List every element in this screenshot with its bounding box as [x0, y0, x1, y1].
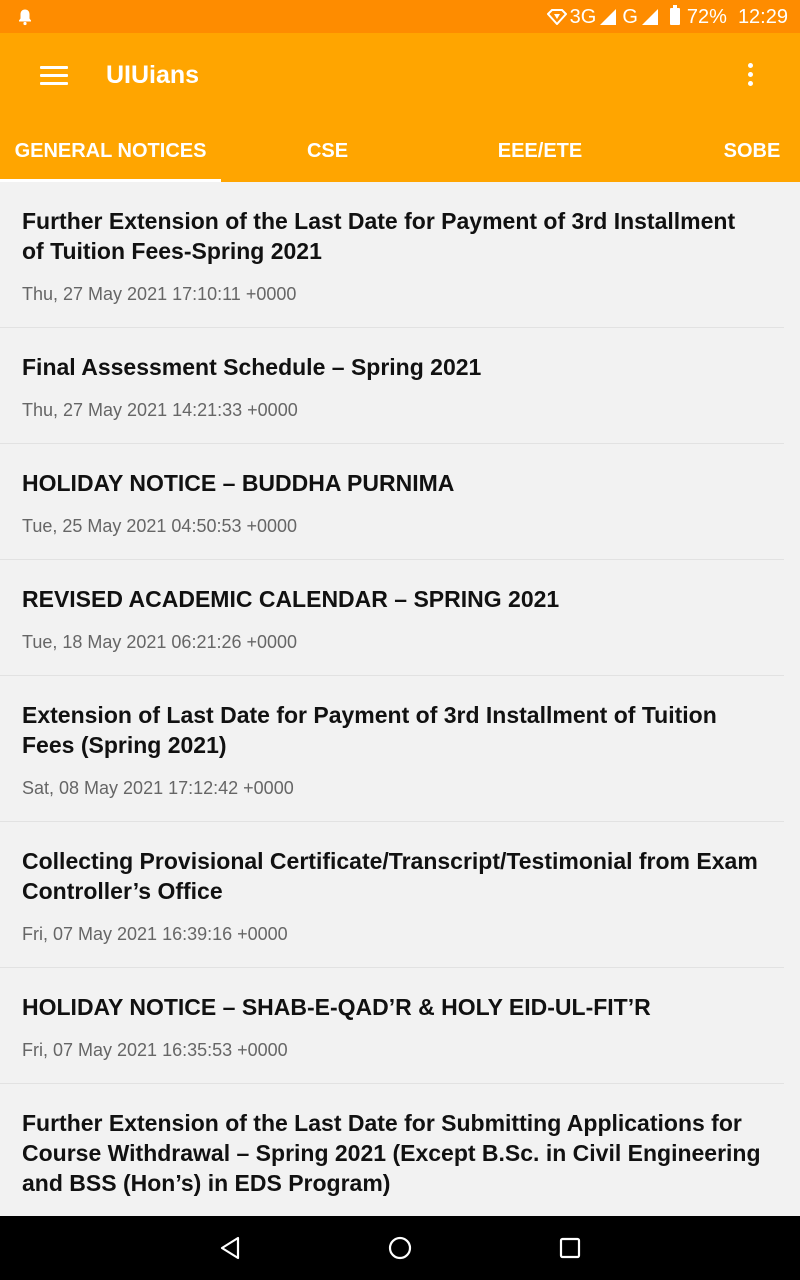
toolbar: UIUians [0, 33, 800, 121]
app-bar: UIUians GENERAL NOTICES CSE EEE/ETE SOBE [0, 33, 800, 182]
bell-icon [19, 9, 31, 25]
notice-date: Fri, 07 May 2021 16:35:53 +0000 [22, 1040, 288, 1060]
notice-title: Further Extension of the Last Date for S… [22, 1110, 761, 1196]
notice-date: Thu, 27 May 2021 17:10:11 +0000 [22, 284, 297, 304]
back-triangle-icon[interactable] [214, 1232, 246, 1264]
list-item[interactable]: Further Extension of the Last Date for P… [0, 182, 784, 328]
notice-title: REVISED ACADEMIC CALENDAR – SPRING 2021 [22, 586, 560, 612]
tab-general-notices[interactable]: GENERAL NOTICES [0, 121, 221, 182]
status-bar: 3G G 72% 12:29 [0, 0, 800, 33]
list-item[interactable]: REVISED ACADEMIC CALENDAR – SPRING 2021 … [0, 560, 784, 676]
tab-eee-ete[interactable]: EEE/ETE [480, 121, 600, 182]
network-type-g: G [622, 5, 638, 28]
vpn-icon [546, 8, 567, 25]
list-item[interactable]: HOLIDAY NOTICE – SHAB-E-QAD’R & HOLY EID… [0, 968, 784, 1084]
notice-title: Final Assessment Schedule – Spring 2021 [22, 354, 482, 380]
hamburger-menu-icon[interactable] [40, 66, 68, 88]
app-title: UIUians [106, 61, 200, 89]
tab-cse[interactable]: CSE [270, 121, 385, 182]
tab-sobe[interactable]: SOBE [712, 121, 792, 182]
list-item[interactable]: HOLIDAY NOTICE – BUDDHA PURNIMA Tue, 25 … [0, 444, 784, 560]
signal-strength-icon-2 [641, 8, 658, 25]
status-left [16, 8, 547, 26]
battery-icon [669, 5, 680, 25]
notice-date: Sat, 08 May 2021 17:12:42 +0000 [22, 778, 294, 798]
notice-date: Tue, 25 May 2021 04:50:53 +0000 [22, 516, 298, 536]
notice-title: Collecting Provisional Certificate/Trans… [22, 848, 758, 904]
notice-title: HOLIDAY NOTICE – BUDDHA PURNIMA [22, 470, 455, 496]
list-item[interactable]: Final Assessment Schedule – Spring 2021 … [0, 328, 784, 444]
notice-list[interactable]: Further Extension of the Last Date for P… [0, 182, 800, 1216]
list-item[interactable]: Collecting Provisional Certificate/Trans… [0, 822, 784, 968]
battery-percentage: 72% [686, 5, 727, 28]
signal-strength-icon [600, 8, 617, 25]
list-item[interactable]: Further Extension of the Last Date for S… [0, 1084, 784, 1216]
notice-date: Tue, 18 May 2021 06:21:26 +0000 [22, 632, 298, 652]
notice-date: Thu, 27 May 2021 14:21:33 +0000 [22, 400, 298, 420]
tab-bar: GENERAL NOTICES CSE EEE/ETE SOBE [0, 121, 800, 182]
notice-title: Extension of Last Date for Payment of 3r… [22, 702, 717, 758]
more-vertical-icon[interactable] [738, 63, 762, 91]
recents-square-icon[interactable] [554, 1232, 586, 1264]
notice-date: Fri, 07 May 2021 16:39:16 +0000 [22, 924, 288, 944]
notice-title: HOLIDAY NOTICE – SHAB-E-QAD’R & HOLY EID… [22, 994, 651, 1020]
clock: 12:29 [737, 5, 788, 28]
status-icons: 3G G 72% 12:29 [546, 5, 788, 28]
home-circle-icon[interactable] [384, 1232, 416, 1264]
navigation-bar [0, 1216, 800, 1280]
network-type-3g: 3G [569, 5, 597, 28]
list-item[interactable]: Extension of Last Date for Payment of 3r… [0, 676, 784, 822]
notice-title: Further Extension of the Last Date for P… [22, 208, 736, 264]
